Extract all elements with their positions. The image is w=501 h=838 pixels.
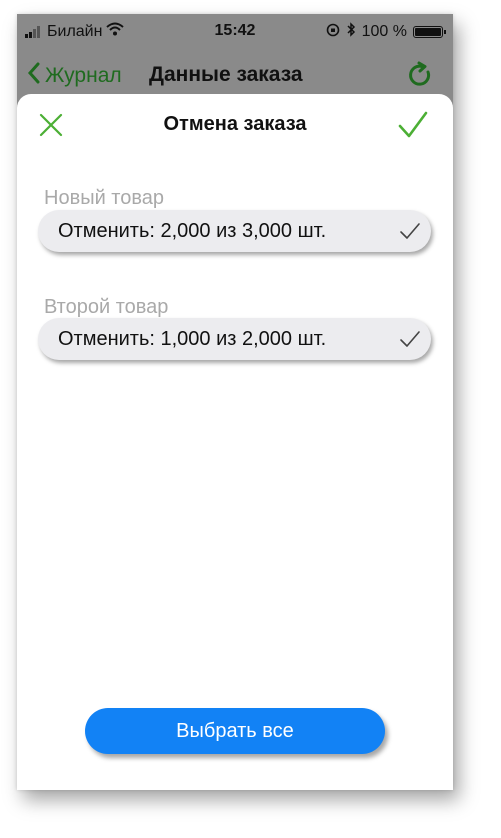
chevron-left-icon [27, 62, 41, 90]
cancel-order-sheet: Отмена заказа Новый товар Отменить: 2,00… [17, 94, 453, 790]
bluetooth-icon [346, 22, 356, 42]
back-button[interactable]: Журнал [27, 62, 122, 90]
select-all-button[interactable]: Выбрать все [85, 708, 385, 754]
sheet-header: Отмена заказа [17, 94, 453, 154]
check-icon [399, 329, 421, 349]
status-bar: Билайн 15:42 100 % [17, 14, 453, 48]
refresh-icon[interactable] [405, 60, 435, 95]
battery-icon [413, 26, 446, 38]
background-nav-title: Данные заказа [149, 63, 303, 86]
cancel-quantity-row-new-item[interactable]: Отменить: 2,000 из 3,000 шт. [38, 210, 431, 252]
section-label-new-item: Новый товар [44, 187, 164, 209]
status-right: 100 % [326, 22, 446, 42]
back-label: Журнал [45, 64, 122, 87]
lock-rotation-icon [326, 23, 340, 42]
cancel-quantity-text: Отменить: 1,000 из 2,000 шт. [58, 328, 327, 350]
phone-screen: Билайн 15:42 100 % Журнал Данные заказа … [17, 14, 453, 790]
battery-text: 100 % [361, 23, 407, 40]
check-icon [399, 221, 421, 241]
sheet-title: Отмена заказа [163, 113, 307, 135]
cancel-quantity-row-second-item[interactable]: Отменить: 1,000 из 2,000 шт. [38, 318, 431, 360]
background-nav-bar: Журнал Данные заказа [17, 58, 453, 98]
section-label-second-item: Второй товар [44, 296, 169, 318]
checkmark-icon[interactable] [397, 110, 429, 140]
cancel-quantity-text: Отменить: 2,000 из 3,000 шт. [58, 220, 327, 242]
